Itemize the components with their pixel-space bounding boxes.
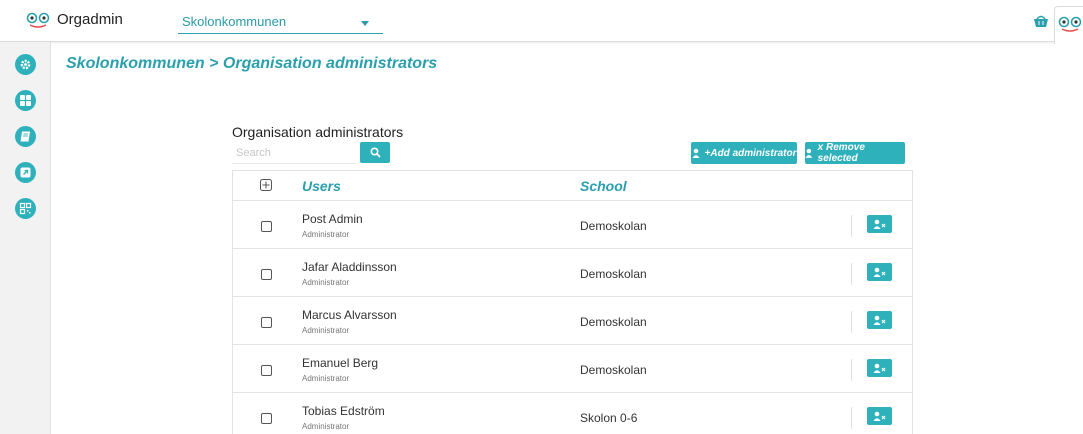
caret-down-icon [361,21,369,26]
panel-title: Organisation administrators [232,124,404,140]
user-name: Marcus Alvarsson [302,308,397,322]
sidebar-item-qr[interactable] [15,198,36,219]
school-name: Skolon 0-6 [580,411,638,425]
user-role: Administrator [302,374,350,383]
user-name: Emanuel Berg [302,356,379,370]
row-checkbox[interactable] [261,317,272,328]
table-row: Post Admin Administrator Demoskolan [233,201,912,249]
search-button[interactable] [360,142,390,163]
row-checkbox[interactable] [261,365,272,376]
user-role: Administrator [302,422,350,431]
sidebar [0,42,51,434]
sidebar-item-dashboard[interactable] [15,90,36,111]
table-header: Users School [233,171,912,201]
school-name: Demoskolan [580,267,647,281]
owl-eyes-logo-icon [26,12,50,28]
expand-all-icon[interactable] [260,179,272,191]
user-name: Tobias Edström [302,404,385,418]
remove-user-icon [873,315,886,325]
remove-user-icon [873,363,886,373]
column-header-school[interactable]: School [580,178,627,194]
table-row: Emanuel Berg Administrator Demoskolan [233,345,912,393]
sidebar-item-library[interactable] [15,126,36,147]
remove-selected-label: x Remove selected [817,142,865,164]
user-role: Administrator [302,230,350,239]
add-administrator-label: +Add administrator [704,147,797,159]
user-name: Post Admin [302,212,363,226]
user-icon [692,148,700,158]
table-row: Jafar Aladdinsson Administrator Demoskol… [233,249,912,297]
divider [851,311,852,333]
remove-user-icon [873,267,886,277]
organisation-select-value: Skolonkommunen [182,14,287,29]
remove-user-button[interactable] [867,263,892,281]
top-bar: Orgadmin Skolonkommunen [0,0,1083,44]
app-title: Orgadmin [57,11,123,28]
table-row: Marcus Alvarsson Administrator Demoskola… [233,297,912,345]
breadcrumb-org[interactable]: Skolonkommunen [66,55,205,72]
gear-icon [20,59,31,70]
breadcrumb-separator: > [204,55,223,72]
school-name: Demoskolan [580,315,647,329]
search-icon [370,147,381,158]
divider [851,263,852,285]
organisation-select[interactable]: Skolonkommunen [178,10,383,34]
row-checkbox[interactable] [261,413,272,424]
breadcrumb: Skolonkommunen > Organisation administra… [66,55,437,73]
remove-user-button[interactable] [867,407,892,425]
school-name: Demoskolan [580,219,647,233]
table-row: Tobias Edström Administrator Skolon 0-6 [233,393,912,434]
user-name: Jafar Aladdinsson [302,260,397,274]
owl-eyes-icon [1058,16,1082,32]
divider [851,359,852,381]
remove-user-button[interactable] [867,215,892,233]
sidebar-item-settings[interactable] [15,54,36,75]
grid-icon [20,95,31,106]
search-input[interactable] [232,142,356,164]
search-field [232,142,362,164]
profile-menu-tab[interactable] [1054,6,1083,44]
remove-user-icon [873,411,886,421]
breadcrumb-current: Organisation administrators [222,55,438,72]
remove-selected-button[interactable]: x Remove selected [805,142,905,164]
basket-icon[interactable] [1033,14,1049,28]
divider [851,215,852,237]
remove-user-button[interactable] [867,359,892,377]
remove-user-icon [873,219,886,229]
external-link-icon [20,167,31,178]
add-administrator-button[interactable]: +Add administrator [691,142,797,164]
column-header-users[interactable]: Users [302,178,341,194]
user-role: Administrator [302,326,350,335]
book-icon [20,131,30,142]
user-icon [805,148,813,158]
qr-code-icon [19,202,32,215]
sidebar-item-external[interactable] [15,162,36,183]
row-checkbox[interactable] [261,221,272,232]
school-name: Demoskolan [580,363,647,377]
row-checkbox[interactable] [261,269,272,280]
remove-user-button[interactable] [867,311,892,329]
administrators-table: Users School Post Admin Administrator De… [232,170,913,434]
user-role: Administrator [302,278,350,287]
divider [851,407,852,429]
